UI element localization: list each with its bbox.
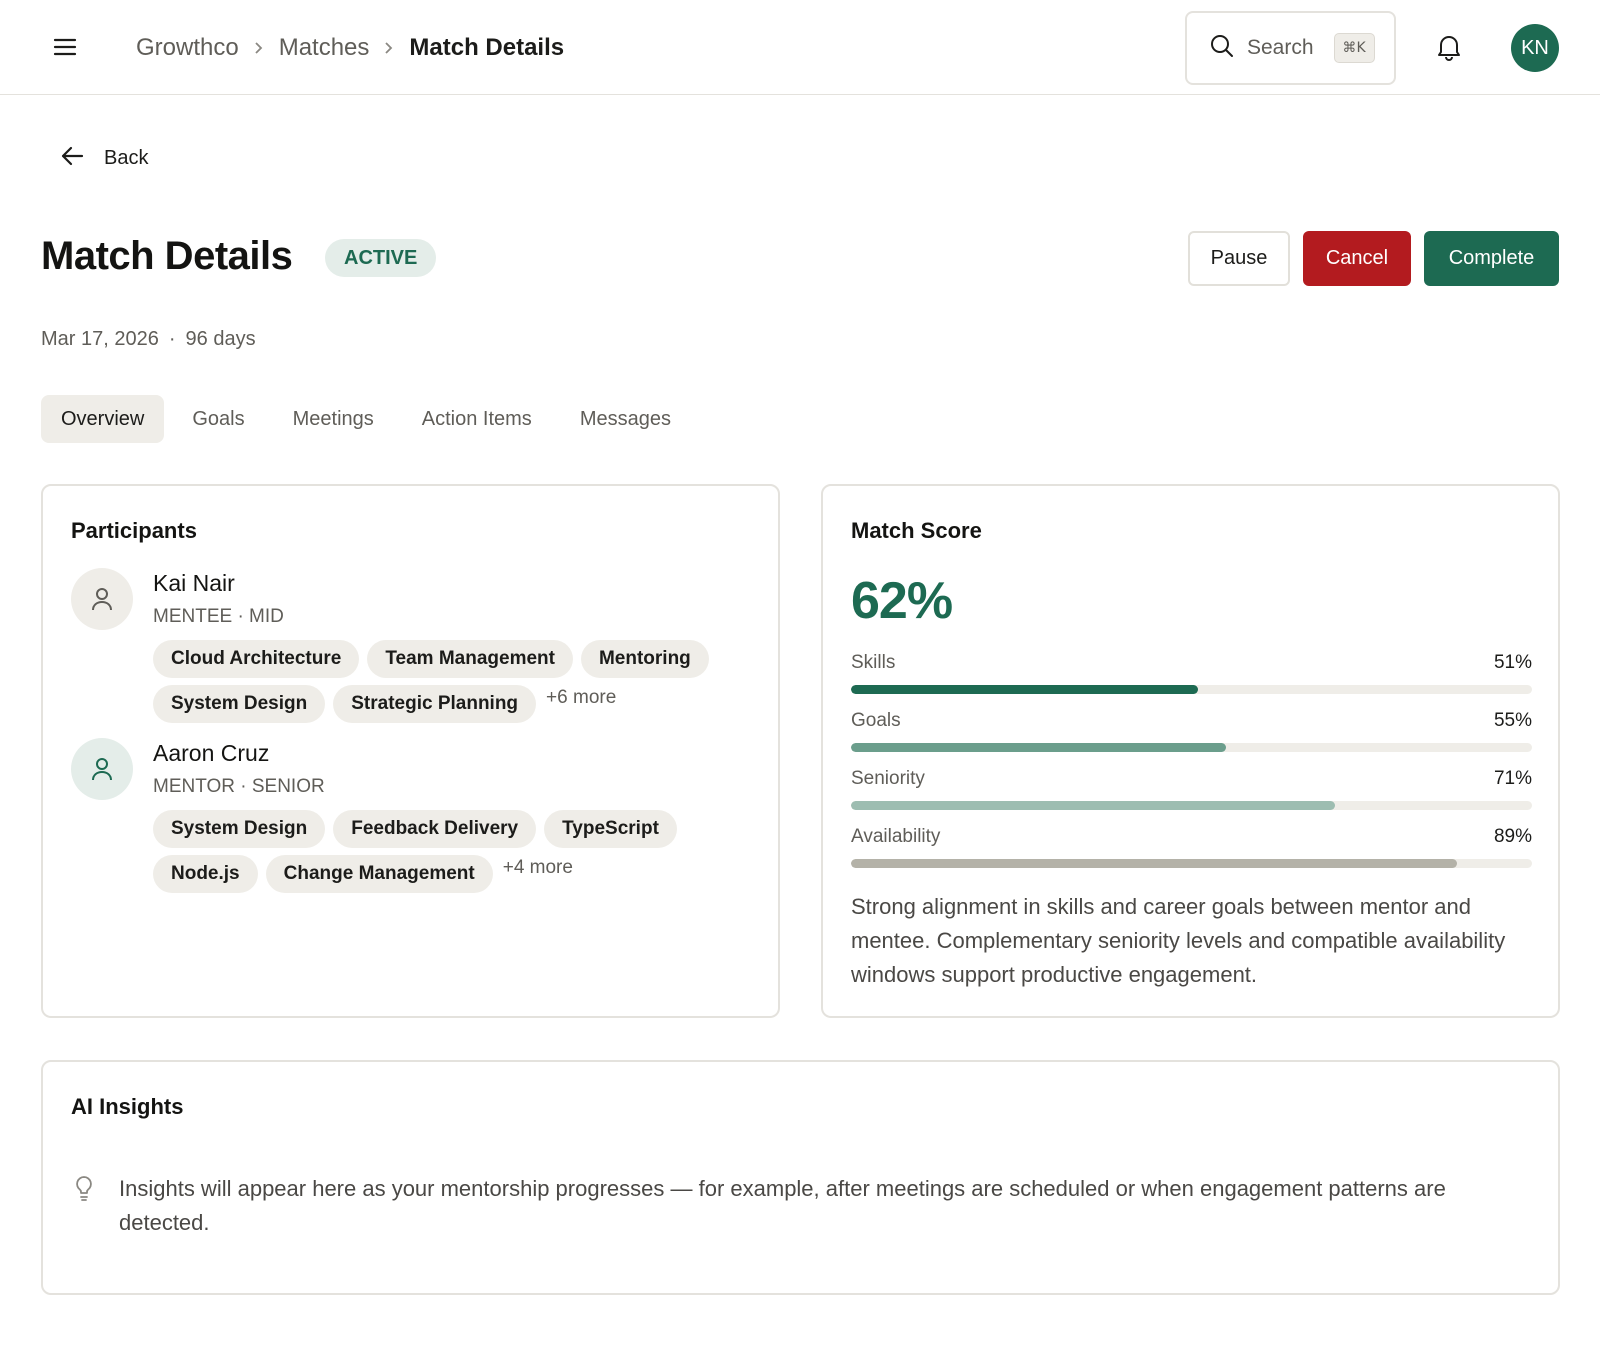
score-value: 89% bbox=[1493, 826, 1532, 847]
score-value: 71% bbox=[1493, 768, 1532, 789]
more-skills: +6 more bbox=[546, 687, 617, 708]
participants-card: Participants Kai Nair MENTEE · MID Cloud… bbox=[41, 484, 780, 1018]
meta-separator: · bbox=[168, 328, 176, 350]
more-skills: +4 more bbox=[502, 857, 573, 878]
breadcrumb-growthco[interactable]: Growthco bbox=[136, 34, 239, 62]
tab-messages[interactable]: Messages bbox=[560, 395, 691, 443]
search-icon bbox=[1209, 33, 1235, 64]
card-title: Match Score bbox=[851, 518, 982, 543]
tab-overview[interactable]: Overview bbox=[41, 395, 165, 443]
skill-chip: Cloud Architecture bbox=[153, 640, 360, 678]
tab-action-items[interactable]: Action Items bbox=[402, 395, 552, 443]
skill-chip: Strategic Planning bbox=[333, 685, 537, 723]
skill-chips: Cloud Architecture Team Management Mento… bbox=[153, 640, 753, 730]
progress-track bbox=[851, 801, 1532, 810]
tab-meetings[interactable]: Meetings bbox=[273, 395, 394, 443]
score-value: 51% bbox=[1493, 652, 1532, 673]
score-label: Seniority bbox=[851, 768, 925, 789]
chevron-right-icon bbox=[383, 41, 395, 55]
user-icon bbox=[71, 738, 133, 800]
user-avatar[interactable]: KN bbox=[1511, 24, 1559, 72]
score-label: Goals bbox=[851, 710, 901, 731]
chevron-right-icon bbox=[253, 41, 265, 55]
progress-fill bbox=[851, 685, 1199, 694]
progress-fill bbox=[851, 743, 1226, 752]
score-label: Availability bbox=[851, 826, 941, 847]
match-score-value: 62% bbox=[851, 572, 953, 630]
tab-bar: Overview Goals Meetings Action Items Mes… bbox=[41, 395, 699, 443]
arrow-left-icon bbox=[60, 145, 84, 172]
breadcrumb-current: Match Details bbox=[409, 34, 565, 61]
skill-chip: Change Management bbox=[265, 855, 493, 893]
search-button[interactable]: Search ⌘K bbox=[1185, 11, 1396, 85]
match-date: Mar 17, 2026 bbox=[41, 328, 159, 350]
lightbulb-icon bbox=[73, 1174, 95, 1209]
match-score-card: Match Score 62% Skills 51% Goals 55% Sen… bbox=[821, 484, 1560, 1018]
insights-empty-text: Insights will appear here as your mentor… bbox=[119, 1176, 1446, 1235]
score-summary: Strong alignment in skills and career go… bbox=[851, 894, 1506, 987]
complete-button[interactable]: Complete bbox=[1424, 231, 1559, 286]
progress-track bbox=[851, 685, 1532, 694]
skill-chip: TypeScript bbox=[544, 810, 677, 848]
skill-chip: Feedback Delivery bbox=[333, 810, 537, 848]
page-title: Match Details bbox=[41, 234, 293, 278]
participant-role: MENTOR · SENIOR bbox=[153, 776, 325, 797]
bell-icon[interactable] bbox=[1432, 30, 1466, 64]
participant-role: MENTEE · MID bbox=[153, 606, 284, 627]
breadcrumb: Growthco Matches Match Details bbox=[136, 30, 564, 66]
progress-track bbox=[851, 743, 1532, 752]
match-meta: Mar 17, 2026 · 96 days bbox=[41, 328, 256, 351]
card-title: Participants bbox=[71, 518, 197, 543]
progress-track bbox=[851, 859, 1532, 868]
participant-name: Aaron Cruz bbox=[153, 740, 270, 766]
progress-fill bbox=[851, 801, 1335, 810]
card-title: AI Insights bbox=[71, 1094, 184, 1119]
status-badge: ACTIVE bbox=[325, 239, 437, 277]
shortcut-hint: ⌘K bbox=[1333, 33, 1375, 63]
back-label: Back bbox=[104, 147, 149, 169]
skill-chip: Node.js bbox=[153, 855, 258, 893]
skill-chip: System Design bbox=[153, 810, 326, 848]
match-duration: 96 days bbox=[185, 328, 256, 350]
ai-insights-card: AI Insights Insights will appear here as… bbox=[41, 1060, 1560, 1295]
breadcrumb-matches[interactable]: Matches bbox=[279, 34, 370, 62]
skill-chip: Team Management bbox=[367, 640, 573, 678]
score-value: 55% bbox=[1493, 710, 1532, 731]
skill-chip: System Design bbox=[153, 685, 326, 723]
menu-icon[interactable] bbox=[48, 30, 82, 64]
skill-chip: Mentoring bbox=[580, 640, 709, 678]
pause-button[interactable]: Pause bbox=[1188, 231, 1290, 286]
top-bar: Growthco Matches Match Details Search ⌘K… bbox=[0, 0, 1600, 95]
score-label: Skills bbox=[851, 652, 896, 673]
progress-fill bbox=[851, 859, 1458, 868]
tab-goals[interactable]: Goals bbox=[172, 395, 264, 443]
participant-name: Kai Nair bbox=[153, 570, 235, 596]
back-button[interactable]: Back bbox=[60, 145, 148, 172]
cancel-button[interactable]: Cancel bbox=[1303, 231, 1411, 286]
skill-chips: System Design Feedback Delivery TypeScri… bbox=[153, 810, 753, 900]
user-icon bbox=[71, 568, 133, 630]
search-label: Search bbox=[1247, 36, 1314, 59]
